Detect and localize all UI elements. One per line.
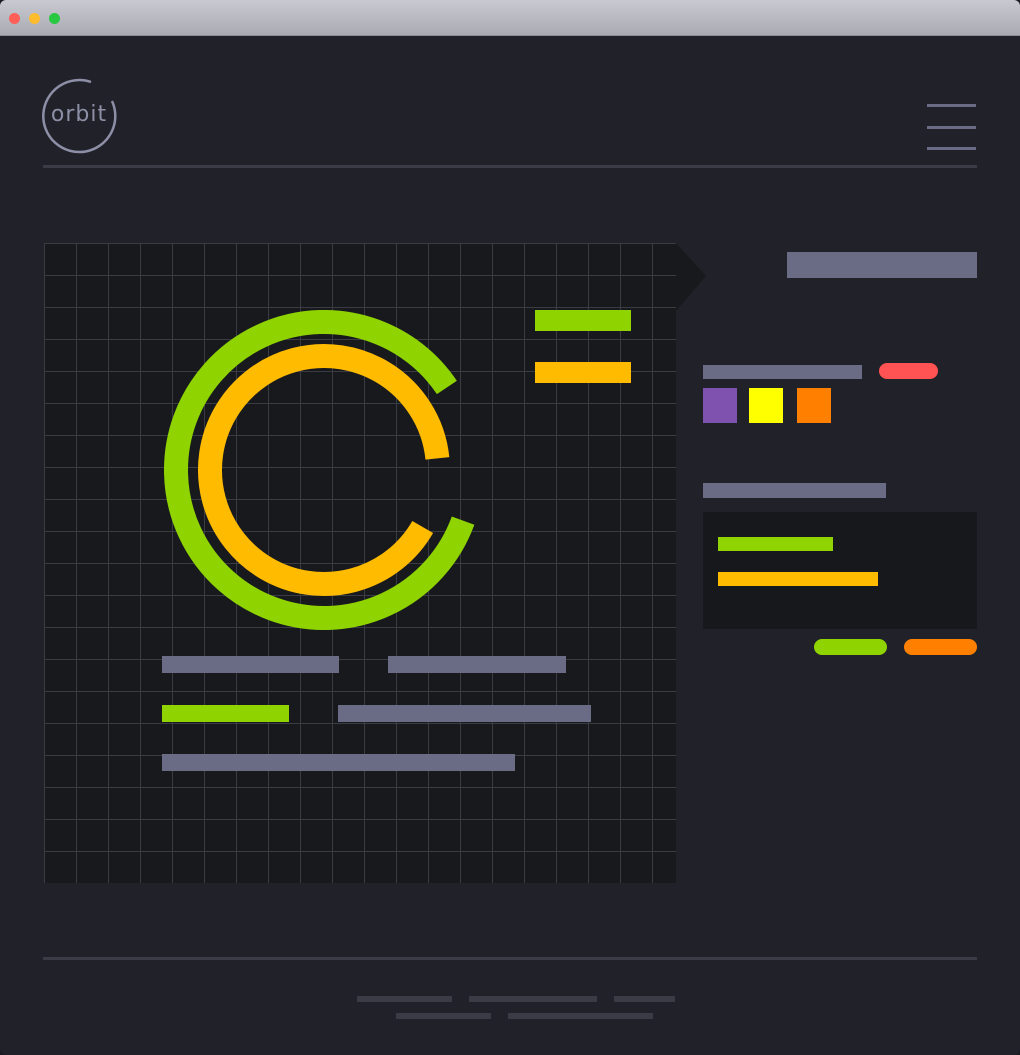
text-placeholder (338, 705, 591, 722)
zoom-window-button[interactable] (49, 13, 60, 24)
text-placeholder (162, 656, 339, 673)
green-pill-button[interactable] (814, 639, 887, 655)
footer-divider (43, 957, 977, 960)
sidebar-label-placeholder (703, 483, 886, 498)
orbit-logo[interactable]: orbit (40, 76, 118, 154)
footer-link[interactable] (508, 1013, 653, 1019)
legend-box (703, 512, 977, 629)
radial-chart (164, 310, 484, 630)
legend-bar-amber (718, 572, 878, 586)
browser-window: orbit (0, 0, 1020, 1055)
footer-link[interactable] (614, 996, 675, 1002)
chart-legend-amber (535, 362, 631, 383)
footer-link[interactable] (396, 1013, 491, 1019)
color-swatch-orange[interactable] (797, 388, 831, 423)
sidebar-label-placeholder (703, 365, 862, 379)
hamburger-menu-icon[interactable] (926, 104, 978, 154)
header-divider (43, 165, 977, 168)
sidebar-title-placeholder (787, 252, 977, 278)
footer-link[interactable] (469, 996, 597, 1002)
orange-pill-button[interactable] (904, 639, 977, 655)
chart-legend-green (535, 310, 631, 331)
minimize-window-button[interactable] (29, 13, 40, 24)
status-badge (879, 363, 938, 379)
menu-line (927, 126, 976, 129)
close-window-button[interactable] (9, 13, 20, 24)
title-bar (0, 0, 1020, 36)
text-placeholder (388, 656, 566, 673)
menu-line (927, 104, 976, 107)
color-swatch-yellow[interactable] (749, 388, 783, 423)
panel-arrow-tab (676, 243, 706, 311)
footer-link[interactable] (357, 996, 452, 1002)
text-placeholder (162, 754, 515, 771)
highlight-placeholder (162, 705, 289, 722)
menu-line (927, 147, 976, 150)
legend-bar-green (718, 537, 833, 551)
color-swatch-purple[interactable] (703, 388, 737, 423)
logo-text: orbit (50, 102, 108, 127)
